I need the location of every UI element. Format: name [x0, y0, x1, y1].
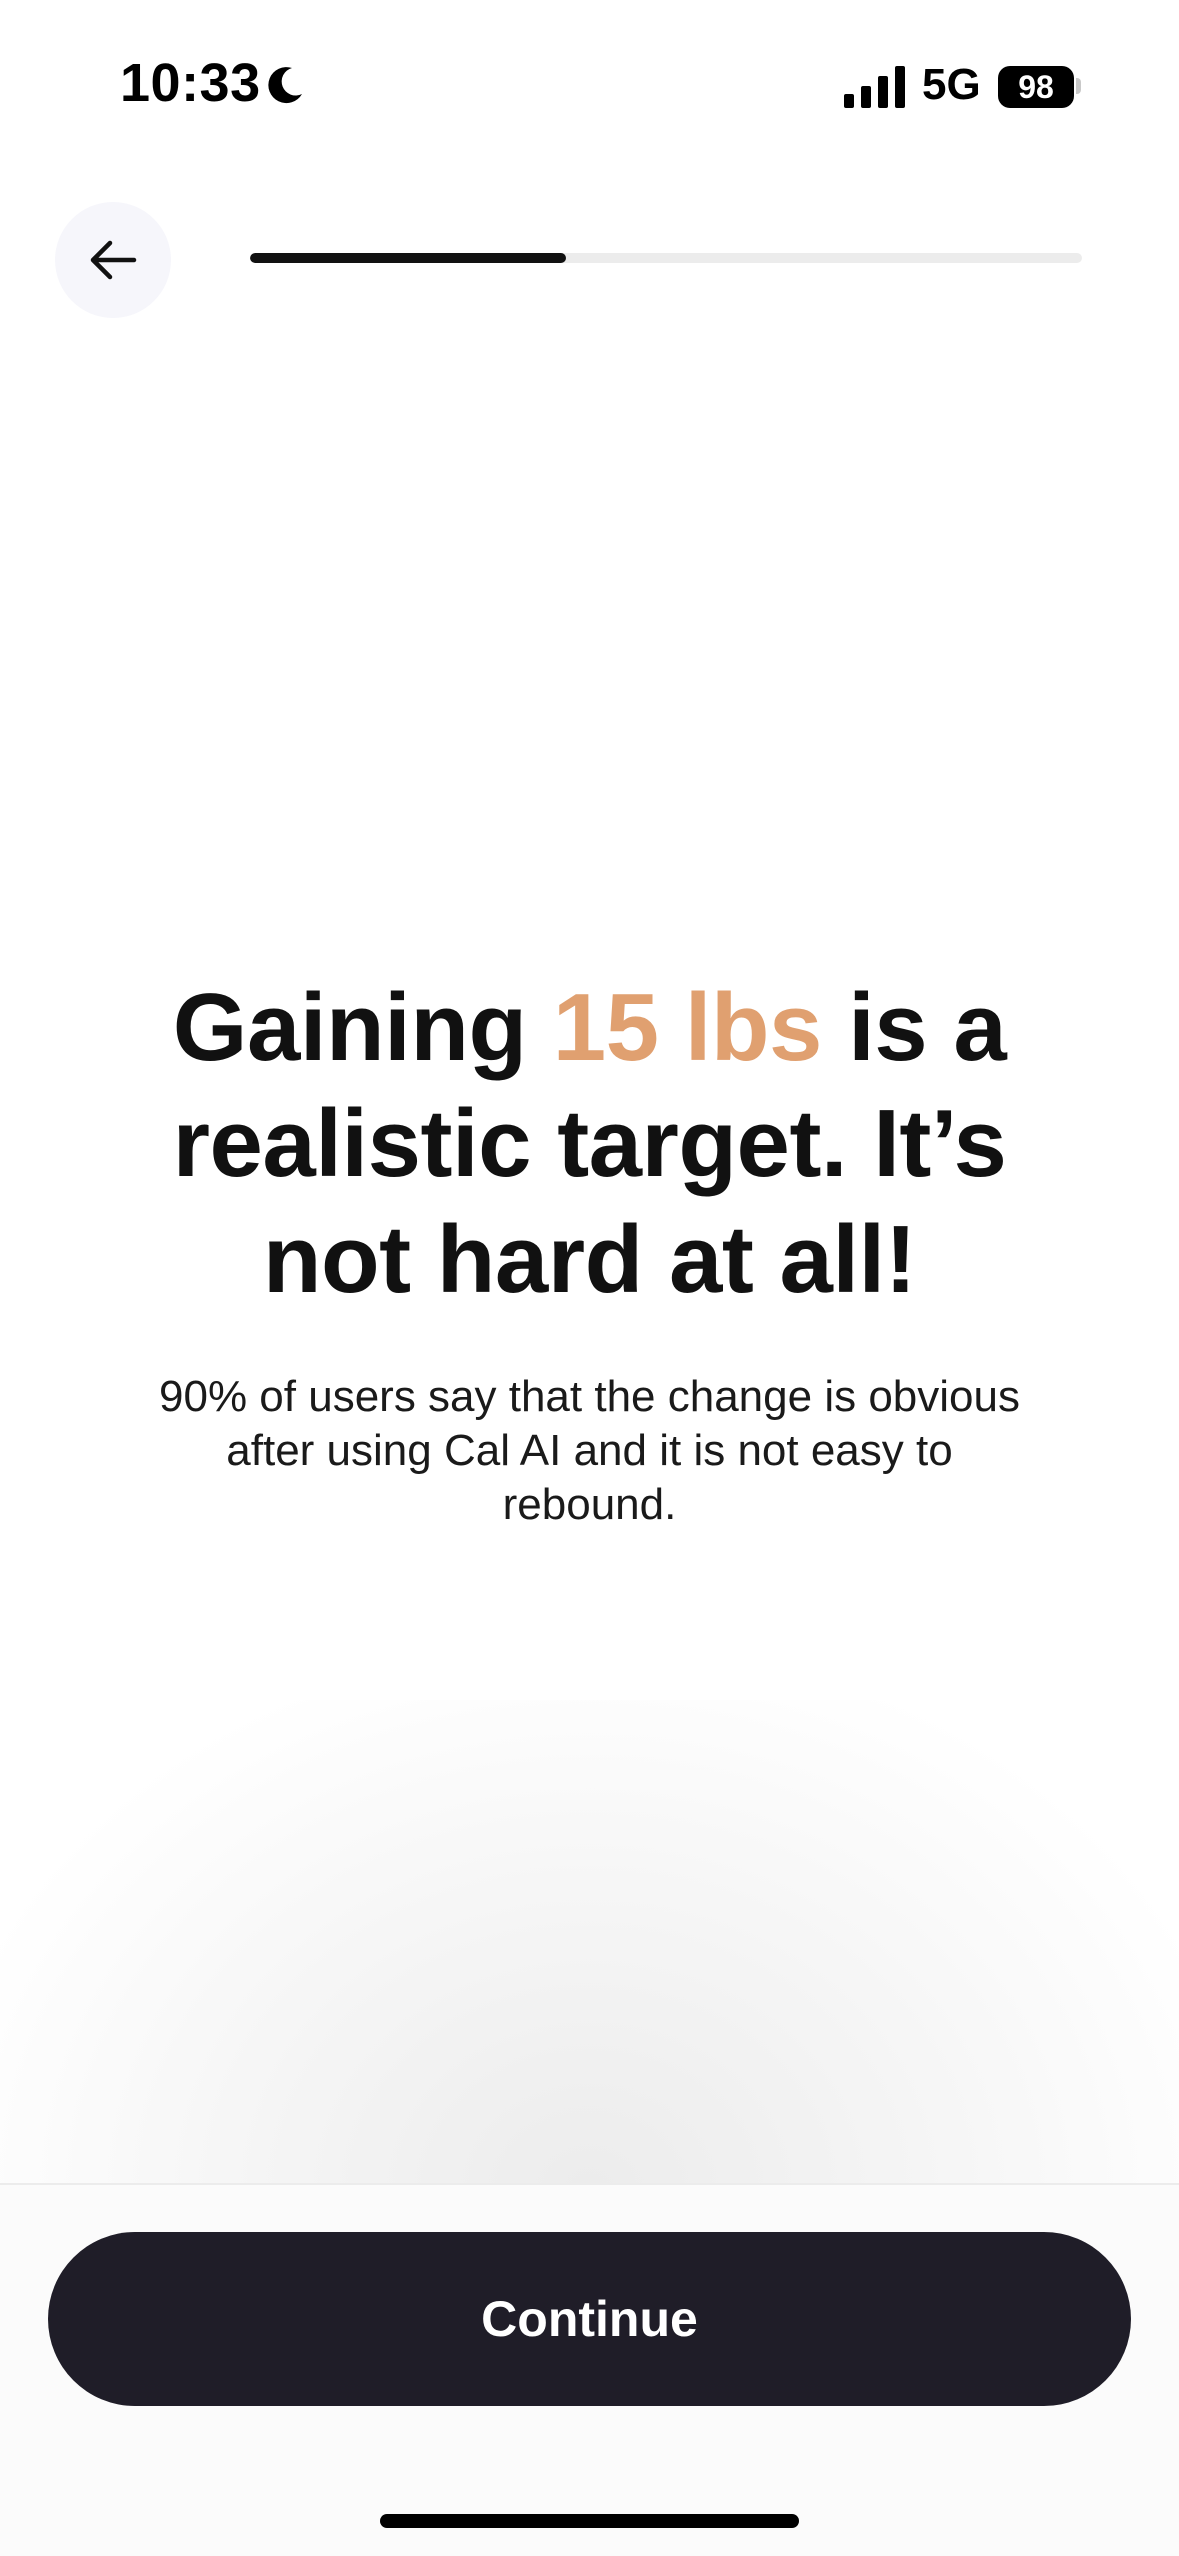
status-time: 10:33 — [120, 53, 261, 113]
headline: Gaining 15 lbs is a realistic target. It… — [90, 970, 1089, 1318]
moon-icon — [268, 67, 302, 104]
continue-button[interactable]: Continue — [48, 2232, 1131, 2406]
signal-bars-icon — [844, 66, 905, 108]
progress-bar-fill — [250, 253, 567, 263]
home-indicator — [380, 2514, 799, 2528]
progress-bar — [250, 253, 1082, 263]
arrow-left-icon — [90, 240, 137, 280]
subtitle: 90% of users say that the change is obvi… — [159, 1372, 1020, 1529]
battery-icon: 98 — [998, 66, 1074, 108]
footer-divider — [0, 2183, 1179, 2185]
network-label: 5G — [922, 60, 981, 109]
screen: 10:33 5G 98 Gaining 15 lbs is a realisti… — [0, 0, 1179, 2556]
back-button[interactable] — [55, 202, 171, 318]
battery-cap — [1076, 78, 1081, 94]
headline-highlight: 15 lbs — [552, 974, 823, 1081]
background-gradient — [0, 1700, 1179, 2190]
headline-prefix: Gaining — [172, 974, 553, 1081]
